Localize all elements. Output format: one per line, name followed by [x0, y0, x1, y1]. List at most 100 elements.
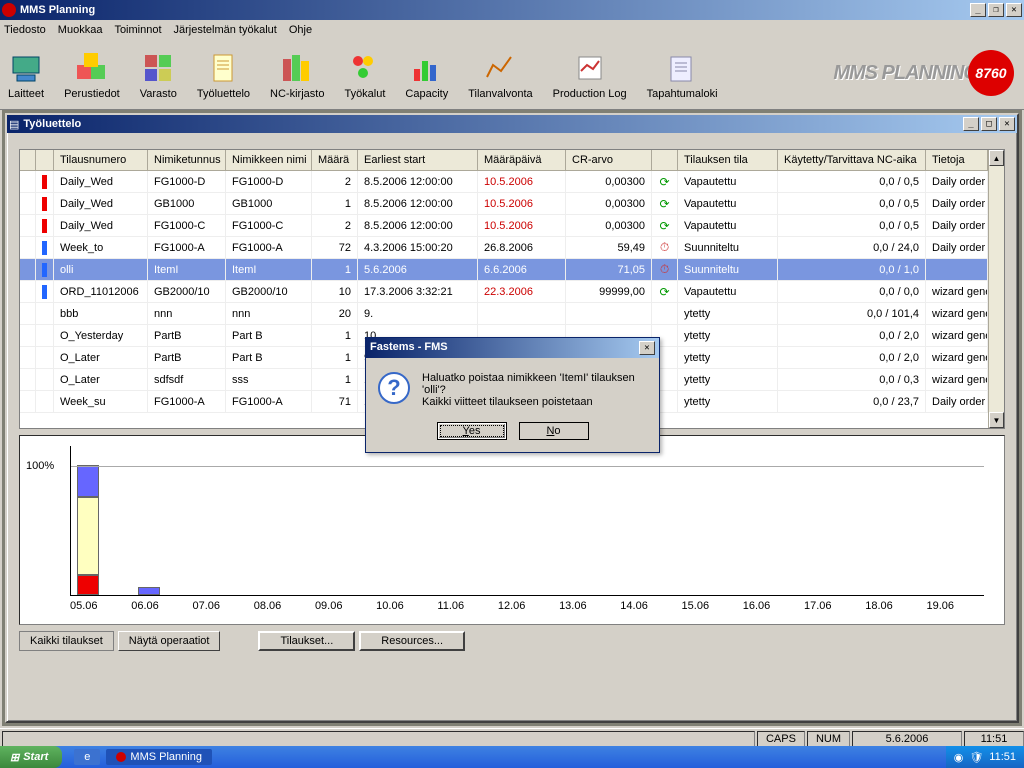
minimize-button[interactable]: _	[970, 3, 986, 17]
grid-header-maara[interactable]: Määrä	[312, 150, 358, 170]
menubar: Tiedosto Muokkaa Toiminnot Järjestelmän …	[0, 20, 1024, 40]
boxes-icon	[74, 50, 110, 86]
tab-all-orders[interactable]: Kaikki tilaukset	[19, 631, 114, 651]
toolbar-capacity[interactable]: Capacity	[405, 50, 448, 100]
scroll-up-button[interactable]: ▲	[989, 150, 1004, 166]
maximize-button[interactable]: ❐	[988, 3, 1004, 17]
grid-header-tilauksentila[interactable]: Tilauksen tila	[678, 150, 778, 170]
priority-marker	[42, 263, 47, 277]
status-date: 5.6.2006	[852, 731, 962, 747]
grid-header-indicator[interactable]	[20, 150, 36, 170]
clock-icon: ⏱	[658, 263, 671, 277]
tray-icon-2[interactable]: 🛡	[969, 751, 983, 764]
tools-icon	[347, 50, 383, 86]
chart-x-tick: 14.06	[620, 600, 648, 612]
menu-tiedosto[interactable]: Tiedosto	[4, 24, 46, 36]
toolbar: Laitteet Perustiedot Varasto Työluettelo…	[0, 40, 1024, 110]
refresh-icon: ⟳	[658, 219, 671, 233]
table-row[interactable]: Daily_WedGB1000GB100018.5.2006 12:00:001…	[20, 193, 988, 215]
menu-toiminnot[interactable]: Toiminnot	[114, 24, 161, 36]
tray-icon-1[interactable]: ◉	[954, 751, 964, 764]
start-button[interactable]: ⊞ Start	[0, 746, 62, 768]
tab-show-operations[interactable]: Näytä operaatiot	[118, 631, 221, 651]
subwin-maximize-button[interactable]: □	[981, 117, 997, 131]
priority-marker	[42, 241, 47, 255]
resources-button[interactable]: Resources...	[359, 631, 465, 651]
chart-y-label: 100%	[26, 460, 54, 472]
chart-x-tick: 05.06	[70, 600, 98, 612]
prodlog-icon	[572, 50, 608, 86]
chart-x-tick: 18.06	[865, 600, 893, 612]
toolbar-nckirjasto[interactable]: NC-kirjasto	[270, 50, 324, 100]
subwin-close-button[interactable]: ✕	[999, 117, 1015, 131]
toolbar-tyokalut[interactable]: Työkalut	[344, 50, 385, 100]
scroll-track[interactable]	[989, 166, 1004, 412]
toolbar-varasto[interactable]: Varasto	[140, 50, 177, 100]
grid-header-marker[interactable]	[36, 150, 54, 170]
chart-x-tick: 15.06	[682, 600, 710, 612]
grid-header: Tilausnumero Nimiketunnus Nimikkeen nimi…	[20, 150, 988, 171]
dialog-message: Haluatko poistaa nimikkeen 'ItemI' tilau…	[422, 372, 647, 408]
dialog-yes-button[interactable]: Yes	[437, 422, 507, 440]
grid-scrollbar[interactable]: ▲ ▼	[988, 150, 1004, 428]
grid-header-tilausnumero[interactable]: Tilausnumero	[54, 150, 148, 170]
toolbar-perustiedot[interactable]: Perustiedot	[64, 50, 120, 100]
grid-header-nimikkeennimi[interactable]: Nimikkeen nimi	[226, 150, 312, 170]
toolbar-tyoluettelo[interactable]: Työluettelo	[197, 50, 250, 100]
scroll-down-button[interactable]: ▼	[989, 412, 1004, 428]
menu-ohje[interactable]: Ohje	[289, 24, 312, 36]
capacity-icon	[409, 50, 445, 86]
grid-header-ncaika[interactable]: Käytetty/Tarvittava NC-aika	[778, 150, 926, 170]
grid-header-crarvo[interactable]: CR-arvo	[566, 150, 652, 170]
chart-x-tick: 12.06	[498, 600, 526, 612]
grid-header-tietoja[interactable]: Tietoja	[926, 150, 988, 170]
app-titlebar: MMS Planning _ ❐ ✕	[0, 0, 1024, 20]
app-icon	[2, 3, 16, 17]
menu-muokkaa[interactable]: Muokkaa	[58, 24, 103, 36]
table-row[interactable]: olliItemIItemI15.6.20066.6.200671,05⏱Suu…	[20, 259, 988, 281]
clock-icon: ⏱	[658, 241, 671, 255]
chart-x-tick: 13.06	[559, 600, 587, 612]
capacity-chart: 100% 05.06 06.06 07.06 08.06 09.06 10.06 11.06…	[19, 435, 1005, 625]
confirm-dialog: Fastems - FMS ✕ ? Haluatko poistaa nimik…	[365, 337, 660, 453]
toolbar-productionlog[interactable]: Production Log	[553, 50, 627, 100]
grid-header-maarapaiva[interactable]: Määräpäivä	[478, 150, 566, 170]
system-tray[interactable]: ◉ 🛡 11:51	[946, 746, 1024, 768]
orders-button[interactable]: Tilaukset...	[258, 631, 355, 651]
windows-icon: ⊞	[10, 751, 19, 764]
list-icon: ▤	[9, 118, 19, 131]
table-row[interactable]: ORD_11012006GB2000/10GB2000/101017.3.200…	[20, 281, 988, 303]
table-row[interactable]: bbbnnnnnn209.ytetty0,0 / 101,4wizard gen…	[20, 303, 988, 325]
table-row[interactable]: Daily_WedFG1000-CFG1000-C28.5.2006 12:00…	[20, 215, 988, 237]
toolbar-tilanvalvonta[interactable]: Tilanvalvonta	[468, 50, 532, 100]
chart-x-tick: 09.06	[315, 600, 343, 612]
grid-header-statusicon[interactable]	[652, 150, 678, 170]
dialog-no-button[interactable]: No	[519, 422, 589, 440]
chart-x-tick: 10.06	[376, 600, 404, 612]
subwin-minimize-button[interactable]: _	[963, 117, 979, 131]
subwindow-titlebar: ▤ Työluettelo _ □ ✕	[7, 115, 1017, 133]
grid-header-earlieststart[interactable]: Earliest start	[358, 150, 478, 170]
taskbar-app-mmsplanning[interactable]: MMS Planning	[106, 749, 212, 765]
quicklaunch-ie[interactable]: e	[74, 749, 100, 765]
toolbar-laitteet[interactable]: Laitteet	[8, 50, 44, 100]
status-caps: CAPS	[757, 731, 805, 747]
table-row[interactable]: Week_toFG1000-AFG1000-A724.3.2006 15:00:…	[20, 237, 988, 259]
chart-x-tick: 11.06	[437, 600, 464, 612]
chart-x-tick: 07.06	[192, 600, 220, 612]
device-icon	[8, 50, 44, 86]
grid-header-nimiketunnus[interactable]: Nimiketunnus	[148, 150, 226, 170]
chart-x-tick: 19.06	[926, 600, 954, 612]
chart-x-tick: 06.06	[131, 600, 159, 612]
close-button[interactable]: ✕	[1006, 3, 1022, 17]
statusbar: CAPS NUM 5.6.2006 11:51	[0, 728, 1024, 748]
chart-x-tick: 08.06	[254, 600, 282, 612]
dialog-close-button[interactable]: ✕	[639, 341, 655, 355]
priority-marker	[42, 219, 47, 233]
refresh-icon: ⟳	[658, 175, 671, 189]
worklist-icon	[205, 50, 241, 86]
toolbar-tapahtumaloki[interactable]: Tapahtumaloki	[647, 50, 718, 100]
storage-icon	[140, 50, 176, 86]
table-row[interactable]: Daily_WedFG1000-DFG1000-D28.5.2006 12:00…	[20, 171, 988, 193]
menu-jarjestelman[interactable]: Järjestelmän työkalut	[174, 24, 277, 36]
